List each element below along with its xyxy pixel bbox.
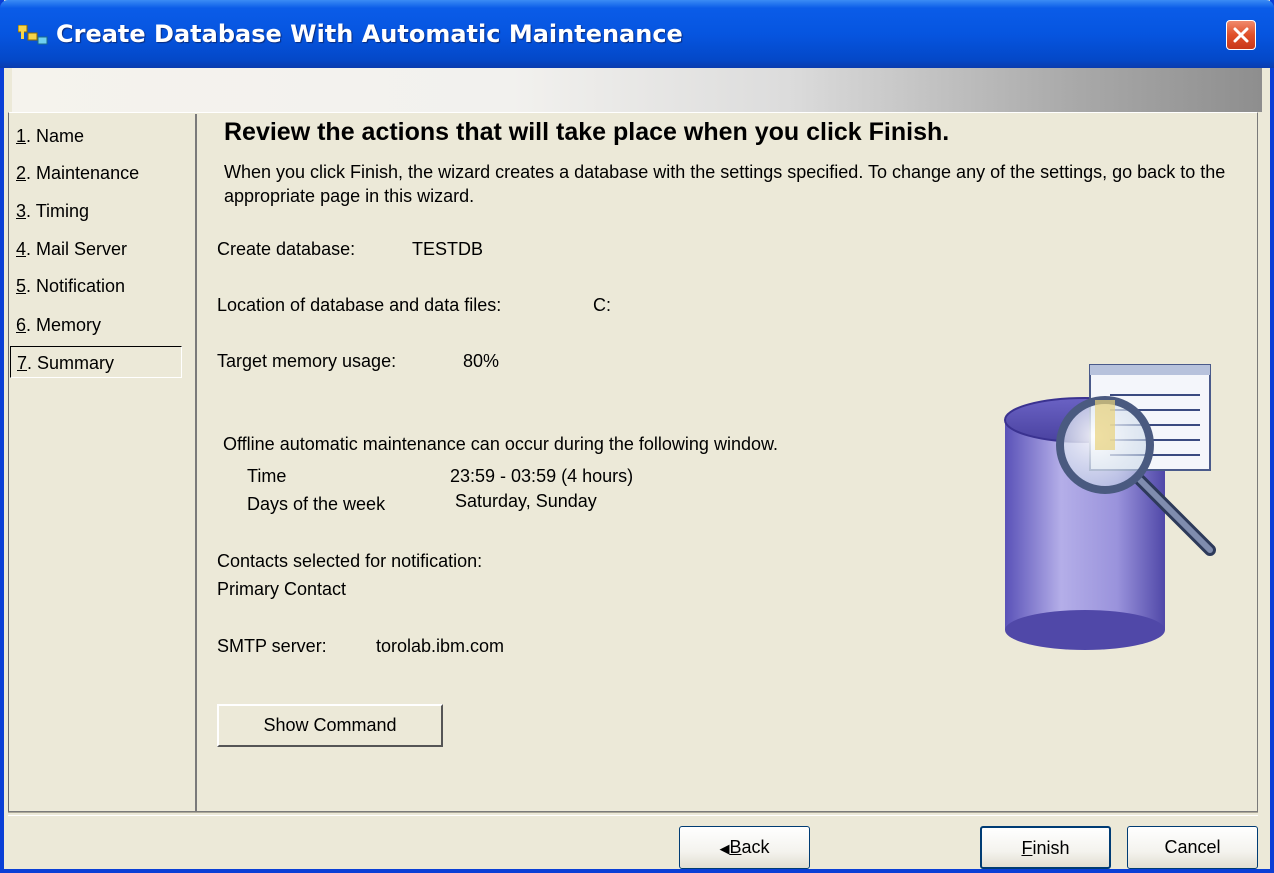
days-value: Saturday, Sunday bbox=[455, 491, 597, 511]
smtp-label: SMTP server: bbox=[217, 636, 327, 656]
step-number: 6 bbox=[16, 315, 27, 335]
step-maintenance[interactable]: 2. Maintenance bbox=[10, 157, 182, 189]
back-label-rest: ack bbox=[741, 837, 770, 857]
page-description: When you click Finish, the wizard create… bbox=[224, 162, 1226, 206]
memory-value: 80% bbox=[463, 351, 500, 371]
time-label: Time bbox=[247, 466, 287, 486]
step-number: 3 bbox=[16, 201, 27, 221]
smtp-value: torolab.ibm.com bbox=[376, 636, 505, 656]
step-number: 1 bbox=[16, 126, 27, 146]
finish-mnemonic: F bbox=[1021, 838, 1033, 858]
time-value: 23:59 - 03:59 (4 hours) bbox=[450, 466, 634, 486]
close-button[interactable] bbox=[1226, 20, 1256, 50]
step-label: . Memory bbox=[26, 315, 102, 335]
finish-label-rest: inish bbox=[1032, 838, 1070, 858]
step-label: . Maintenance bbox=[26, 163, 140, 183]
step-number: 4 bbox=[16, 239, 27, 259]
location-value: C: bbox=[593, 295, 611, 315]
contacts-label: Contacts selected for notification: bbox=[217, 551, 483, 571]
step-label: . Timing bbox=[26, 201, 90, 221]
step-number: 5 bbox=[16, 276, 27, 296]
step-label: . Summary bbox=[27, 353, 115, 373]
finish-button[interactable]: Finish bbox=[980, 826, 1111, 869]
window-title: Create Database With Automatic Maintenan… bbox=[56, 20, 683, 48]
db2-wizard-icon bbox=[18, 25, 48, 45]
close-icon bbox=[1233, 27, 1249, 43]
footer-separator bbox=[8, 812, 1258, 816]
step-summary[interactable]: 7. Summary bbox=[10, 346, 182, 378]
step-label: . Mail Server bbox=[26, 239, 128, 259]
back-arrow-icon: ◀ bbox=[719, 841, 730, 856]
step-notification[interactable]: 5. Notification bbox=[10, 270, 182, 302]
step-memory[interactable]: 6. Memory bbox=[10, 309, 182, 341]
step-timing[interactable]: 3. Timing bbox=[10, 195, 182, 227]
step-number: 2 bbox=[16, 163, 27, 183]
show-command-button[interactable]: Show Command bbox=[217, 704, 443, 747]
step-label: . Notification bbox=[26, 276, 126, 296]
cancel-button[interactable]: Cancel bbox=[1127, 826, 1258, 869]
contacts-value: Primary Contact bbox=[217, 579, 347, 599]
step-mail-server[interactable]: 4. Mail Server bbox=[10, 233, 182, 265]
database-review-icon bbox=[1004, 364, 1216, 650]
offline-maintenance-text: Offline automatic maintenance can occur … bbox=[223, 434, 778, 454]
days-label: Days of the week bbox=[247, 494, 386, 514]
back-mnemonic: B bbox=[729, 837, 742, 857]
create-database-value: TESTDB bbox=[412, 239, 484, 259]
step-name[interactable]: 1. Name bbox=[10, 120, 182, 152]
page-heading: Review the actions that will take place … bbox=[224, 118, 950, 146]
step-number: 7 bbox=[17, 353, 28, 373]
show-command-label: Show Command bbox=[263, 715, 397, 735]
title-bar[interactable]: Create Database With Automatic Maintenan… bbox=[0, 0, 1274, 68]
location-label: Location of database and data files: bbox=[217, 295, 502, 315]
cancel-label: Cancel bbox=[1164, 837, 1221, 857]
back-button[interactable]: ◀Back bbox=[679, 826, 810, 869]
step-label: . Name bbox=[26, 126, 85, 146]
create-database-label: Create database: bbox=[217, 239, 356, 259]
memory-label: Target memory usage: bbox=[217, 351, 397, 371]
wizard-banner bbox=[12, 68, 1262, 112]
